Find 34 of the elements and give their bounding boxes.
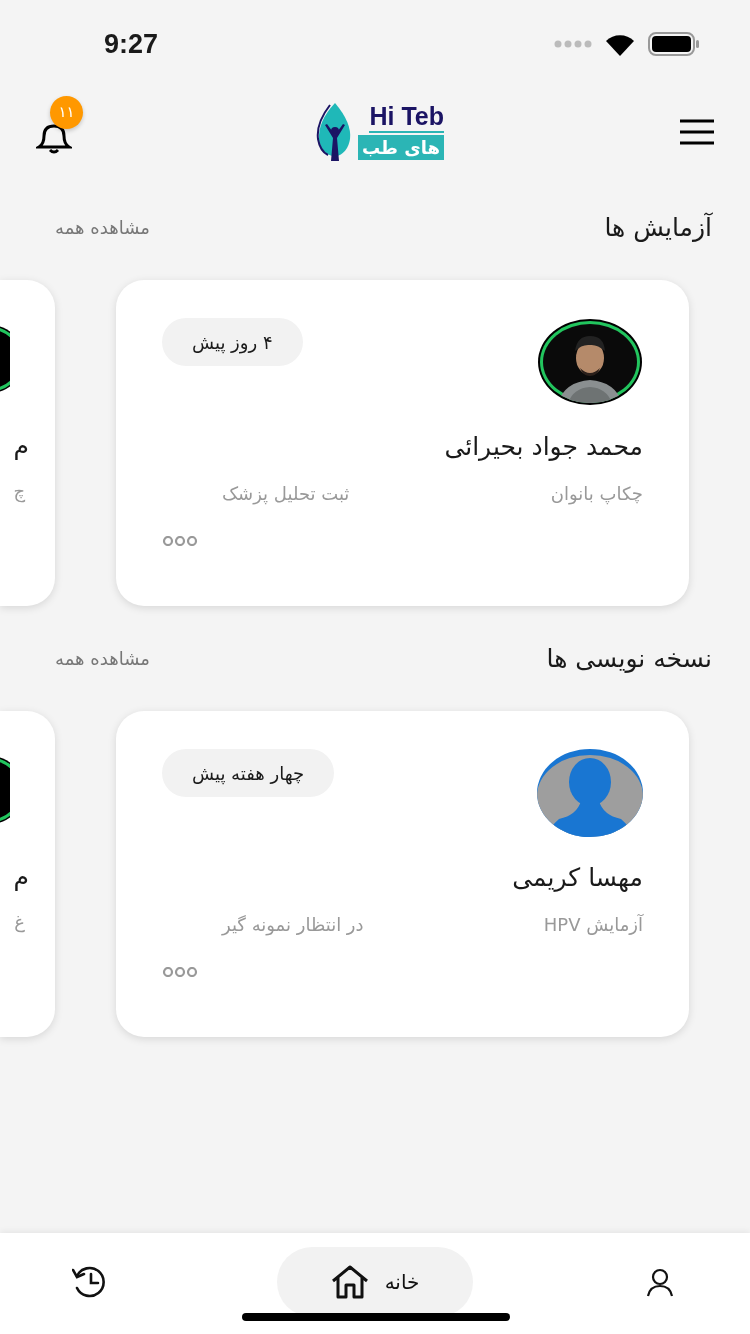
status-text: ثبت تحلیل پزشک [222, 483, 350, 504]
patient-name: م [13, 431, 29, 460]
see-all-link[interactable]: مشاهده همه [55, 217, 150, 238]
history-icon [72, 1266, 108, 1298]
section-title: نسخه نویسی ها [546, 644, 712, 673]
avatar-icon [537, 749, 643, 837]
patient-name: م [13, 862, 29, 891]
notification-badge: ۱۱ [50, 95, 83, 129]
status-time: 9:27 [104, 28, 159, 60]
profile-icon [645, 1267, 675, 1297]
record-card[interactable]: ۴ روز پیش محمد جواد بحیرائی چکاپ بانوان ثبت تحلیل پزشک [116, 280, 689, 606]
section-title: آزمایش ها [604, 213, 712, 242]
time-chip: چهار هفته پیش [162, 749, 335, 797]
patient-name: محمد جواد بحیرائی [443, 432, 643, 461]
test-name: آزمایش HPV [543, 914, 643, 935]
more-icon[interactable] [162, 967, 198, 977]
menu-icon[interactable] [680, 118, 714, 145]
status-text: در انتظار نمونه گیر [222, 914, 364, 935]
patient-name: مهسا کریمی [511, 863, 643, 892]
wifi-icon [604, 32, 636, 56]
home-icon [330, 1265, 369, 1299]
signal-icon [554, 40, 592, 48]
time-chip: ۴ روز پیش [162, 318, 303, 366]
battery-icon [648, 32, 700, 56]
see-all-link[interactable]: مشاهده همه [55, 648, 150, 669]
logo-subtitle: های طب [358, 134, 444, 160]
record-card[interactable]: م غ [0, 711, 55, 1037]
test-name: چکاپ بانوان [550, 483, 643, 504]
record-card[interactable]: م چ [0, 280, 55, 606]
logo-text: Hi Teb [369, 103, 444, 133]
test-name: غ [14, 911, 25, 932]
record-card[interactable]: چهار هفته پیش مهسا کریمی آزمایش HPV در انتظار نمونه گیر [116, 711, 689, 1037]
more-icon[interactable] [162, 536, 198, 546]
test-name: چ [13, 480, 25, 501]
